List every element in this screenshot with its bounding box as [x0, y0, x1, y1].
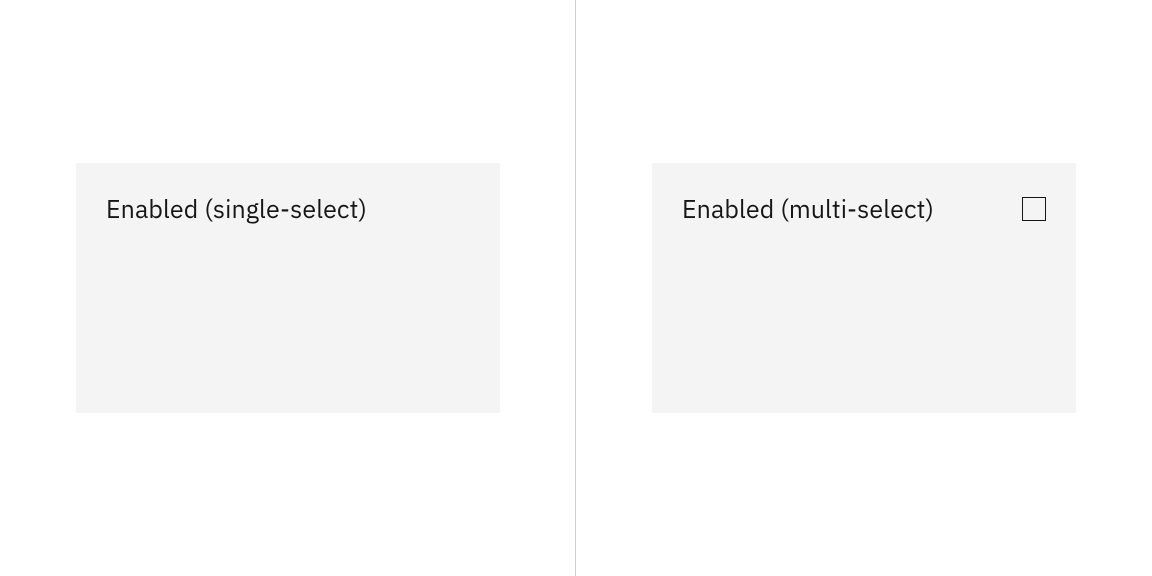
- tile-single-select[interactable]: Enabled (single-select): [76, 163, 500, 413]
- panel-single-select: Enabled (single-select): [0, 0, 576, 576]
- tile-multi-select[interactable]: Enabled (multi-select): [652, 163, 1076, 413]
- panel-multi-select: Enabled (multi-select): [576, 0, 1152, 576]
- checkbox-icon[interactable]: [1022, 197, 1046, 221]
- tile-multi-select-label: Enabled (multi-select): [682, 193, 934, 226]
- split-container: Enabled (single-select) Enabled (multi-s…: [0, 0, 1152, 576]
- tile-single-select-label: Enabled (single-select): [106, 193, 367, 226]
